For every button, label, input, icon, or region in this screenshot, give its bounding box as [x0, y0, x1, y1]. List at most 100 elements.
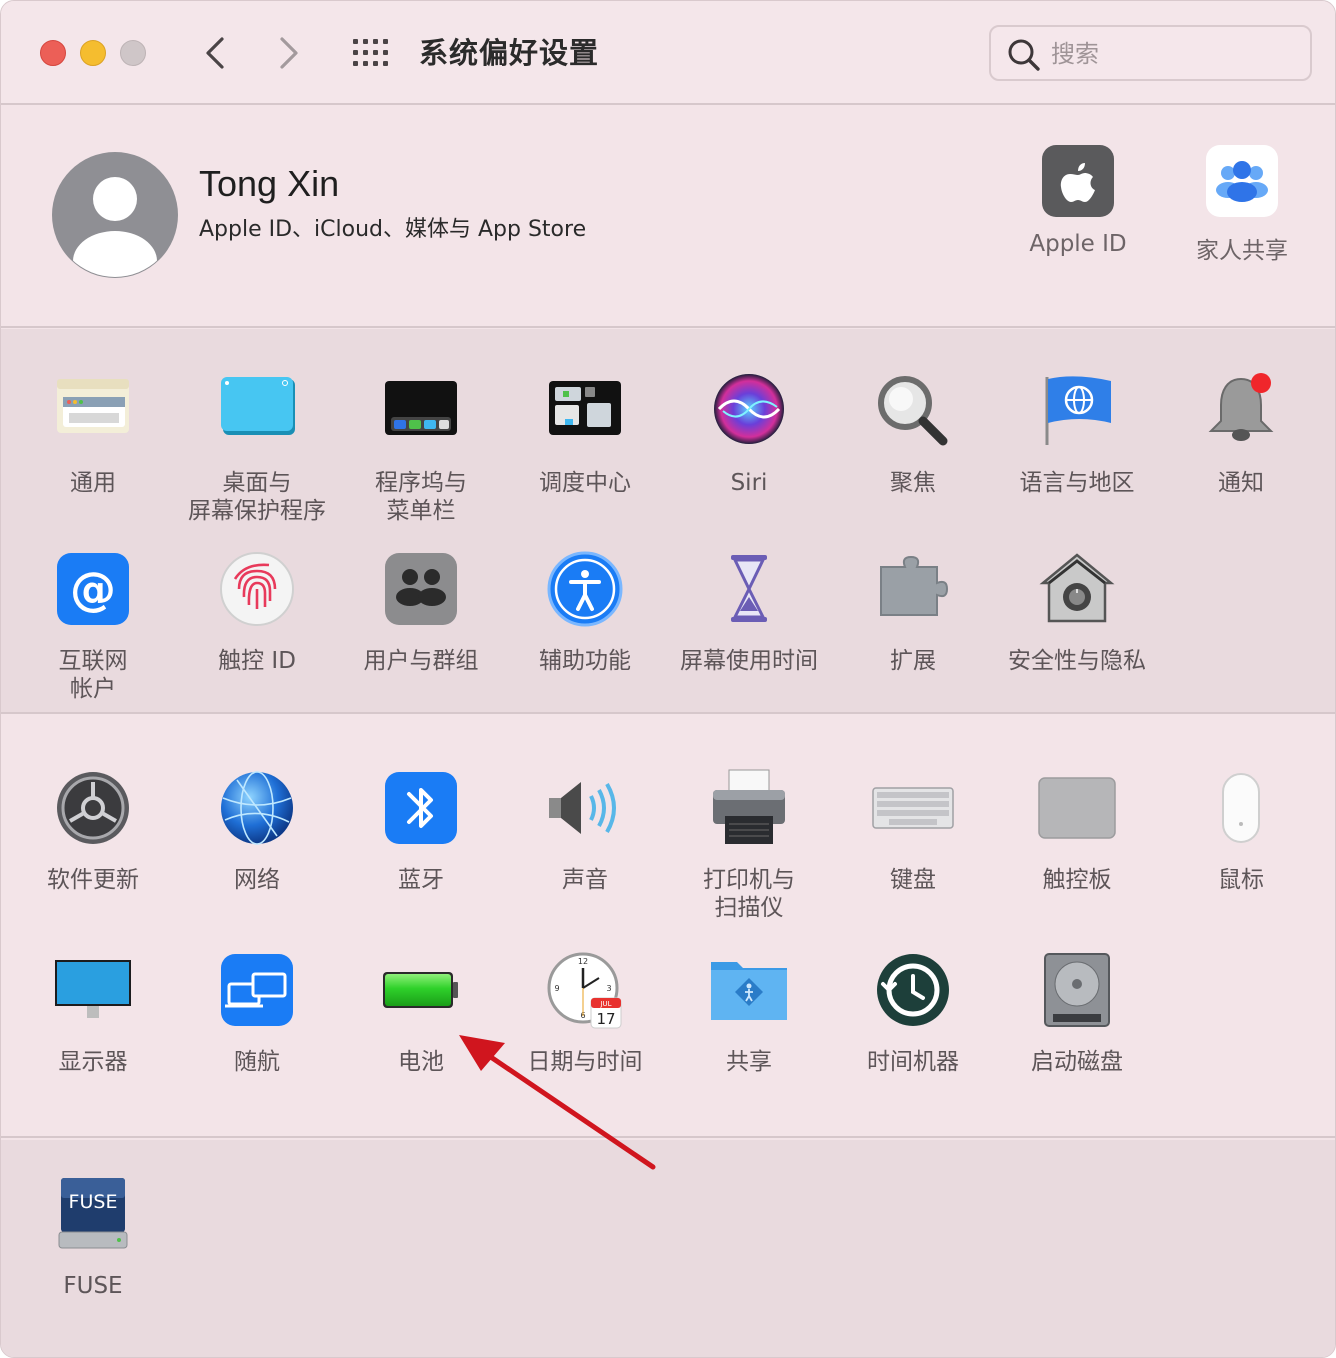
pane-fuse[interactable]: FUSE FUSE	[11, 1174, 175, 1300]
preferences-section-3: FUSE FUSE	[1, 1140, 1335, 1357]
pane-label: 显示器	[58, 1049, 128, 1075]
pane-dock-menubar[interactable]: 程序坞与 菜单栏	[339, 371, 503, 525]
dock-menubar-icon	[385, 381, 457, 435]
zoom-button[interactable]	[120, 40, 146, 66]
calendar-day-text: 17	[596, 1010, 615, 1028]
pane-label: 用户与群组	[363, 648, 479, 674]
pane-desktop-screensaver[interactable]: 桌面与 屏幕保护程序	[175, 371, 339, 525]
pane-displays[interactable]: 显示器	[11, 950, 175, 1076]
pane-label: 共享	[726, 1049, 772, 1075]
pane-battery[interactable]: 电池	[339, 950, 503, 1076]
pane-internet-accounts[interactable]: @ 互联网 帐户	[11, 549, 175, 703]
mouse-icon	[1222, 773, 1260, 843]
pane-label: 打印机与 扫描仪	[703, 867, 795, 921]
family-sharing-icon	[1206, 145, 1278, 217]
chevron-left-icon	[206, 37, 224, 69]
pane-label: 键盘	[890, 867, 936, 893]
pane-spotlight[interactable]: 聚焦	[831, 371, 995, 497]
pane-sharing[interactable]: 共享	[667, 950, 831, 1076]
pane-mouse[interactable]: 鼠标	[1159, 768, 1323, 894]
pane-label: 软件更新	[47, 867, 139, 893]
show-all-button[interactable]	[351, 37, 391, 69]
minimize-button[interactable]	[80, 40, 106, 66]
preferences-section-2: 软件更新 网络 蓝牙 声音 打印机与 扫描仪 键盘 触控板 鼠标 显示器 随航 …	[1, 716, 1335, 1138]
pane-accessibility[interactable]: 辅助功能	[503, 549, 667, 675]
pane-label: 鼠标	[1218, 867, 1264, 893]
pane-trackpad[interactable]: 触控板	[995, 768, 1159, 894]
desktop-screensaver-icon	[221, 377, 295, 435]
pane-mission-control[interactable]: 调度中心	[503, 371, 667, 497]
pane-label: 触控板	[1042, 867, 1112, 893]
keyboard-icon	[872, 787, 954, 829]
pane-network[interactable]: 网络	[175, 768, 339, 894]
preferences-section-1: 通用 桌面与 屏幕保护程序 程序坞与 菜单栏 调度中心 Siri 聚焦 语言与地…	[1, 329, 1335, 714]
forward-button[interactable]	[269, 31, 309, 75]
pane-users-groups[interactable]: 用户与群组	[339, 549, 503, 675]
touch-id-icon	[220, 552, 294, 626]
apple-logo-icon	[1042, 145, 1114, 217]
pane-label: 日期与时间	[527, 1049, 643, 1075]
pane-security-privacy[interactable]: 安全性与隐私	[995, 549, 1159, 675]
pane-general[interactable]: 通用	[11, 371, 175, 497]
search-field[interactable]	[989, 25, 1312, 81]
sound-icon	[549, 782, 616, 834]
search-input[interactable]	[1051, 35, 1301, 73]
pane-date-time[interactable]: 12369 JUL 17 日期与时间	[503, 950, 667, 1076]
system-preferences-window: 系统偏好设置 Tong Xin Apple ID、iCloud、媒体与 App …	[0, 0, 1336, 1358]
pane-label: 辅助功能	[539, 648, 631, 674]
pane-label: 触控 ID	[218, 648, 296, 674]
date-time-icon: 12369 JUL 17	[547, 952, 622, 1029]
displays-icon	[55, 960, 131, 1018]
pane-software-update[interactable]: 软件更新	[11, 768, 175, 894]
pane-screen-time[interactable]: 屏幕使用时间	[667, 549, 831, 675]
apple-id-label: Apple ID	[1029, 231, 1127, 257]
time-machine-icon	[877, 954, 949, 1026]
pane-label: 启动磁盘	[1031, 1049, 1123, 1075]
pane-printers-scanners[interactable]: 打印机与 扫描仪	[667, 768, 831, 922]
screen-time-icon	[731, 555, 767, 622]
pane-label: 程序坞与 菜单栏	[375, 470, 467, 524]
trackpad-icon	[1038, 777, 1116, 839]
sidecar-icon	[221, 954, 293, 1026]
pane-startup-disk[interactable]: 启动磁盘	[995, 950, 1159, 1076]
pane-bluetooth[interactable]: 蓝牙	[339, 768, 503, 894]
pane-label: 安全性与隐私	[1008, 648, 1146, 674]
pane-label: 蓝牙	[398, 867, 444, 893]
mission-control-icon	[549, 381, 621, 435]
pane-label: 声音	[562, 867, 608, 893]
svg-text:12: 12	[578, 957, 588, 966]
pane-label: 扩展	[890, 648, 936, 674]
pane-time-machine[interactable]: 时间机器	[831, 950, 995, 1076]
back-button[interactable]	[195, 31, 235, 75]
bluetooth-icon	[385, 772, 457, 844]
battery-icon	[383, 972, 458, 1008]
sharing-icon	[711, 962, 787, 1020]
close-button[interactable]	[40, 40, 66, 66]
pane-sound[interactable]: 声音	[503, 768, 667, 894]
pane-touch-id[interactable]: 触控 ID	[175, 549, 339, 675]
pane-language-region[interactable]: 语言与地区	[995, 371, 1159, 497]
pane-label: 时间机器	[867, 1049, 959, 1075]
user-name: Tong Xin	[199, 163, 340, 204]
apple-id-pane[interactable]: Apple ID	[998, 145, 1158, 257]
pane-label: 调度中心	[539, 470, 631, 496]
pane-keyboard[interactable]: 键盘	[831, 768, 995, 894]
pane-sidecar[interactable]: 随航	[175, 950, 339, 1076]
pane-extensions[interactable]: 扩展	[831, 549, 995, 675]
family-sharing-pane[interactable]: 家人共享	[1162, 145, 1322, 265]
siri-icon	[714, 374, 784, 444]
users-groups-icon	[385, 553, 457, 625]
pane-notifications[interactable]: 通知	[1159, 371, 1323, 497]
grid-icon	[353, 39, 388, 66]
avatar[interactable]	[51, 151, 179, 279]
titlebar: 系统偏好设置	[1, 1, 1335, 105]
pane-label: 通知	[1218, 470, 1264, 496]
svg-text:@: @	[70, 562, 116, 616]
internet-accounts-icon: @	[57, 553, 129, 625]
pane-label: 桌面与 屏幕保护程序	[188, 470, 326, 524]
network-icon	[221, 771, 293, 845]
window-title: 系统偏好设置	[419, 36, 600, 70]
pane-label: 通用	[70, 470, 116, 496]
pane-siri[interactable]: Siri	[667, 371, 831, 497]
pane-label: Siri	[730, 470, 768, 496]
